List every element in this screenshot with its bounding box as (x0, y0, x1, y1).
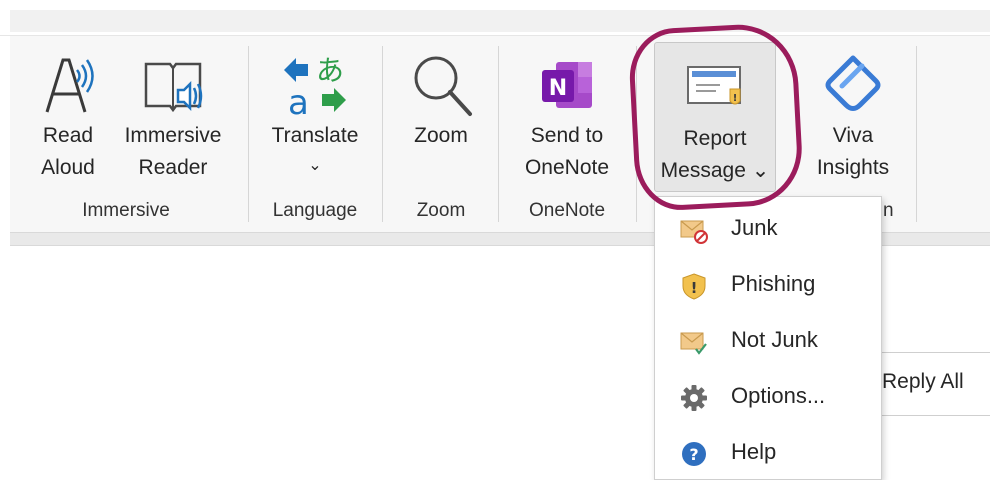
immersive-reader-label-2: Reader (138, 156, 208, 179)
viva-insights-button[interactable]: Viva Insights (800, 40, 906, 190)
immersive-reader-label-1: Immersive (124, 124, 222, 147)
immersive-reader-button[interactable]: Immersive Reader (116, 40, 230, 190)
menu-item-help[interactable]: ? Help (655, 425, 883, 480)
magnifier-icon (414, 56, 472, 116)
translate-chevron-down-icon: ⌄ (308, 157, 322, 174)
group-separator (248, 46, 249, 222)
help-icon: ? (682, 442, 706, 466)
send-to-onenote-button[interactable]: N Send to OneNote (510, 40, 624, 190)
svg-text:a: a (288, 83, 309, 120)
menu-item-not-junk[interactable]: Not Junk (655, 313, 883, 369)
send-to-onenote-label-2: OneNote (524, 156, 610, 179)
onenote-icon: N (542, 62, 592, 108)
group-separator (916, 46, 917, 222)
read-aloud-button[interactable]: Read Aloud (22, 40, 114, 190)
translate-label: Translate (271, 124, 359, 147)
translate-icon: あ a (284, 54, 346, 120)
immersive-reader-icon (144, 62, 203, 113)
phishing-shield-icon: ! (682, 273, 706, 300)
menu-item-junk-label: Junk (731, 215, 778, 240)
read-aloud-label-2: Aloud (41, 156, 95, 179)
group-label-onenote: OneNote (528, 200, 606, 221)
group-label-zoom: Zoom (416, 200, 466, 221)
group-label-partial: n (883, 200, 894, 221)
zoom-button[interactable]: Zoom (396, 40, 486, 190)
menu-item-phishing-label: Phishing (731, 271, 816, 296)
svg-text:あ: あ (316, 54, 344, 87)
gear-icon (681, 385, 707, 411)
menu-item-options[interactable]: Options... (655, 369, 883, 425)
svg-text:!: ! (691, 279, 698, 297)
svg-text:N: N (549, 76, 567, 101)
title-strip-inner (10, 10, 990, 32)
group-separator (498, 46, 499, 222)
title-strip (0, 0, 990, 36)
group-separator (382, 46, 383, 222)
menu-item-options-label: Options... (731, 383, 826, 408)
menu-item-phishing[interactable]: ! Phishing (655, 257, 883, 313)
viva-insights-icon (825, 55, 881, 111)
group-label-immersive: Immersive (82, 200, 170, 221)
highlight-circle-annotation (627, 21, 805, 213)
read-aloud-icon (45, 58, 94, 113)
translate-button[interactable]: あ a Translate ⌄ (260, 40, 370, 190)
junk-envelope-icon (680, 220, 708, 244)
viva-insights-label-2: Insights (816, 156, 890, 179)
menu-item-help-label: Help (731, 439, 777, 464)
reply-all-label: Reply All (882, 370, 964, 393)
zoom-label: Zoom (414, 124, 468, 147)
viva-insights-label-1: Viva (832, 124, 874, 147)
svg-text:?: ? (689, 445, 698, 464)
send-to-onenote-label-1: Send to (530, 124, 604, 147)
report-message-dropdown: Junk ! Phishing Not Junk Options... ? He… (654, 196, 882, 480)
menu-item-not-junk-label: Not Junk (731, 327, 818, 352)
not-junk-envelope-icon (680, 332, 707, 355)
read-aloud-label-1: Read (42, 124, 94, 147)
group-label-language: Language (272, 200, 358, 221)
